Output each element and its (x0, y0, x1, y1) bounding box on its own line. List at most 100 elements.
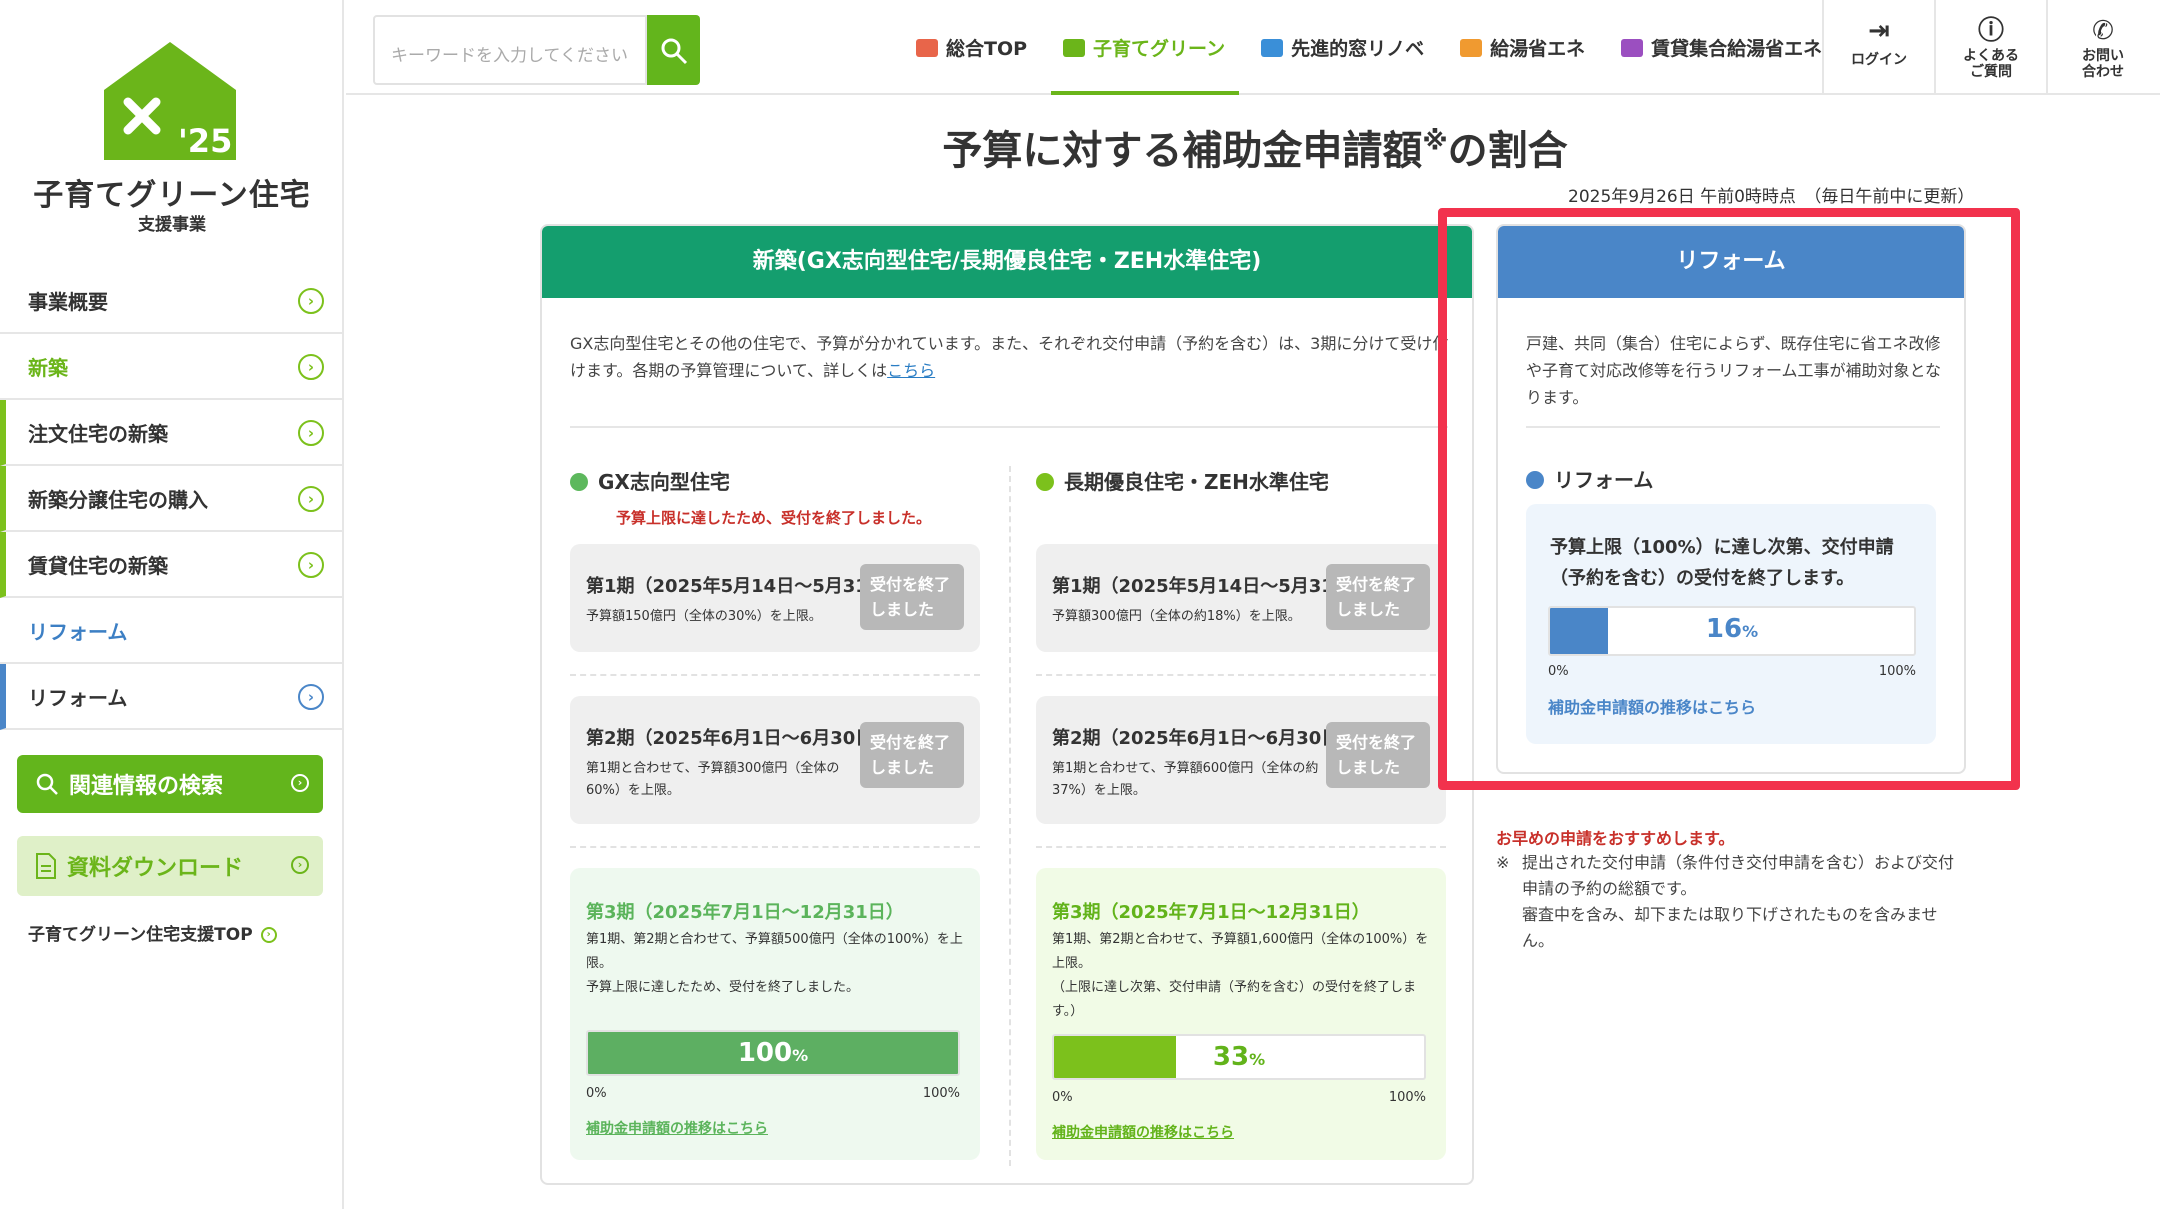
column-separator (1009, 466, 1011, 1166)
percent-value: 100 (737, 1038, 793, 1068)
period-desc: 第1期と合わせて、予算額600億円（全体の約37%）を上限。 (1052, 761, 1319, 798)
page-title: 予算に対する補助金申請額※の割合 (0, 118, 2160, 176)
period-desc: 予算額150億円（全体の30%）を上限。 (586, 609, 822, 624)
closed-text-1: 受付を終了 (1336, 733, 1417, 752)
faq-label-2: ご質問 (1970, 64, 2012, 80)
arrow-circle-icon: › (260, 927, 277, 943)
brand-name: 子育てグリーン住宅 (33, 178, 311, 213)
new-build-desc-text: GX志向型住宅とその他の住宅で、予算が分かれています。また、それぞれ交付申請（予… (570, 334, 1449, 380)
scale-min: 0% (1052, 1090, 1073, 1105)
side-nav: 事業概要 › 新築 › 注文住宅の新築 › 新築分譲住宅の購入 › 賃貸住宅の新… (0, 268, 344, 730)
sidebar-item-spec-home[interactable]: 新築分譲住宅の購入 › (0, 466, 344, 532)
search-input[interactable]: キーワードを入力してください (373, 15, 647, 85)
nav-window-renovation[interactable]: 先進的窓リノベ (1261, 0, 1424, 95)
zeh-period-1: 第1期（2025年5月14日～5月31日） 予算額300億円（全体の約18%）を… (1036, 544, 1446, 652)
nav-label: 総合TOP (946, 38, 1028, 60)
house-icon (916, 38, 938, 57)
support-top-link[interactable]: 子育てグリーン住宅支援TOP › (28, 920, 277, 945)
nav-label: 賃貸集合給湯省エネ (1651, 38, 1823, 60)
contact-label-1: お問い (2082, 48, 2124, 64)
contact-button[interactable]: ✆ お問い 合わせ (2046, 0, 2158, 95)
footnote-line-1: 提出された交付申請（条件付き交付申請を含む）および交付申請の予約の総額です。 (1522, 853, 1955, 898)
nav-water-heater[interactable]: 給湯省エネ (1460, 0, 1585, 95)
gx-trend-link[interactable]: 補助金申請額の推移はこちら (586, 1118, 768, 1138)
scale-max: 100% (1878, 664, 1916, 679)
sidebar-section-reform: リフォーム (0, 598, 344, 664)
gx-closed-notice: 予算上限に達したため、受付を終了しました。 (616, 509, 932, 527)
faq-button[interactable]: ⓘ よくある ご質問 (1934, 0, 2046, 95)
nav-kosodate-green[interactable]: 子育てグリーン (1051, 0, 1240, 95)
contact-label-2: 合わせ (2082, 64, 2124, 80)
chevron-right-icon: › (298, 288, 324, 314)
period-desc: 予算額300億円（全体の約18%）を上限。 (1052, 609, 1301, 624)
period-title: 第2期（2025年6月1日～6月30日） (1052, 728, 1358, 749)
reform-progress-box: 予算上限（100%）に達し次第、交付申請（予約を含む）の受付を終了します。 16… (1526, 504, 1936, 744)
period-desc: 第1期と合わせて、予算額300億円（全体の60%）を上限。 (586, 761, 840, 798)
brand-subtitle: 支援事業 (138, 215, 206, 235)
related-search-button[interactable]: 関連情報の検索 › (17, 755, 323, 813)
house-icon (1261, 38, 1284, 57)
reform-progress-bar: 16% (1548, 606, 1916, 656)
closed-text-1: 受付を終了 (870, 733, 951, 752)
phone-icon: ✆ (2092, 16, 2114, 46)
dash-divider (1036, 674, 1446, 676)
period-desc: 第1期、第2期と合わせて、予算額1,600億円（全体の100%）を上限。 （上限… (1052, 932, 1429, 1019)
period-title: 第1期（2025年5月14日～5月31日） (586, 576, 904, 597)
reform-trend-link[interactable]: 補助金申請額の推移はこちら (1548, 694, 1756, 718)
reform-heading-text: リフォーム (1554, 468, 1654, 492)
progress-percent: 100% (588, 1032, 958, 1074)
reform-description: 戸建、共同（集合）住宅によらず、既存住宅に省エネ改修や子育て対応改修等を行うリフ… (1526, 334, 1942, 407)
sidebar-item-custom-home[interactable]: 注文住宅の新築 › (0, 400, 344, 466)
divider (1526, 426, 1940, 428)
closed-text-2: しました (870, 600, 935, 619)
sidebar-item-rental-home[interactable]: 賃貸住宅の新築 › (0, 532, 344, 598)
percent-unit: % (1249, 1050, 1266, 1069)
zeh-period-2: 第2期（2025年6月1日～6月30日） 第1期と合わせて、予算額600億円（全… (1036, 696, 1446, 824)
update-date: 2025年9月26日 午前0時時点 （毎日午前中に更新） (1568, 187, 1975, 207)
top-nav: 総合TOP 子育てグリーン 先進的窓リノベ 給湯省エネ 賃貸集合給湯省エネ (916, 0, 1858, 95)
sidebar: '25 子育てグリーン住宅 支援事業 事業概要 › 新築 › 注文住宅の新築 ›… (0, 0, 344, 1209)
dash-divider (1036, 846, 1446, 848)
sidebar-item-label: リフォーム (28, 619, 128, 644)
chevron-right-icon: › (298, 420, 324, 446)
sidebar-item-label: 新築 (28, 355, 68, 380)
sidebar-item-label: 賃貸住宅の新築 (28, 553, 168, 578)
gx-period-3: 第3期（2025年7月1日～12月31日） 第1期、第2期と合わせて、予算額50… (570, 868, 980, 1160)
period-title: 第2期（2025年6月1日～6月30日） (586, 728, 892, 749)
footnote-mark: ※ (1496, 853, 1510, 872)
search-icon (661, 38, 688, 65)
chevron-right-icon: › (298, 684, 324, 710)
scale-min: 0% (586, 1086, 607, 1101)
closed-badge: 受付を終了 しました (860, 722, 964, 788)
gx-progress-bar: 100% (586, 1030, 960, 1076)
nav-label: 先進的窓リノベ (1291, 38, 1425, 60)
sidebar-item-reform[interactable]: リフォーム › (0, 664, 344, 730)
closed-text-1: 受付を終了 (1336, 575, 1417, 594)
reform-message: 予算上限（100%）に達し次第、交付申請（予約を含む）の受付を終了します。 (1550, 537, 1894, 589)
new-build-card: 新築(GX志向型住宅/長期優良住宅・ZEH水準住宅) GX志向型住宅とその他の住… (540, 224, 1474, 1185)
details-link[interactable]: こちら (887, 361, 935, 380)
period-title: 第3期（2025年7月1日～12月31日） (586, 902, 904, 923)
percent-unit: % (792, 1046, 809, 1065)
nav-label: 給湯省エネ (1490, 38, 1586, 60)
arrow-circle-icon: › (291, 856, 309, 874)
page-title-mark: ※ (1422, 126, 1448, 157)
login-button[interactable]: ⇥ ログイン (1822, 0, 1934, 95)
percent-value: 16 (1705, 614, 1743, 644)
sidebar-item-overview[interactable]: 事業概要 › (0, 268, 344, 334)
download-button[interactable]: 資料ダウンロード › (17, 836, 323, 896)
document-icon (36, 853, 56, 879)
house-icon (1621, 38, 1644, 57)
progress-scale: 0% 100% (1052, 1090, 1426, 1105)
sidebar-item-new-build[interactable]: 新築 › (0, 334, 344, 400)
login-label: ログイン (1851, 52, 1907, 68)
nav-top[interactable]: 総合TOP (916, 0, 1027, 95)
footnote-line-2: 審査中を含み、却下または取り下げされたものを含みません。 (1522, 905, 1938, 950)
zeh-trend-link[interactable]: 補助金申請額の推移はこちら (1052, 1122, 1234, 1142)
search-button[interactable] (647, 15, 700, 85)
divider (570, 426, 1448, 428)
period-desc: 第1期、第2期と合わせて、予算額500億円（全体の100%）を上限。 予算上限に… (586, 932, 963, 995)
progress-percent: 33% (1054, 1036, 1424, 1078)
nav-rental-water-heater[interactable]: 賃貸集合給湯省エネ (1621, 0, 1822, 95)
closed-text-2: しました (1336, 758, 1401, 777)
